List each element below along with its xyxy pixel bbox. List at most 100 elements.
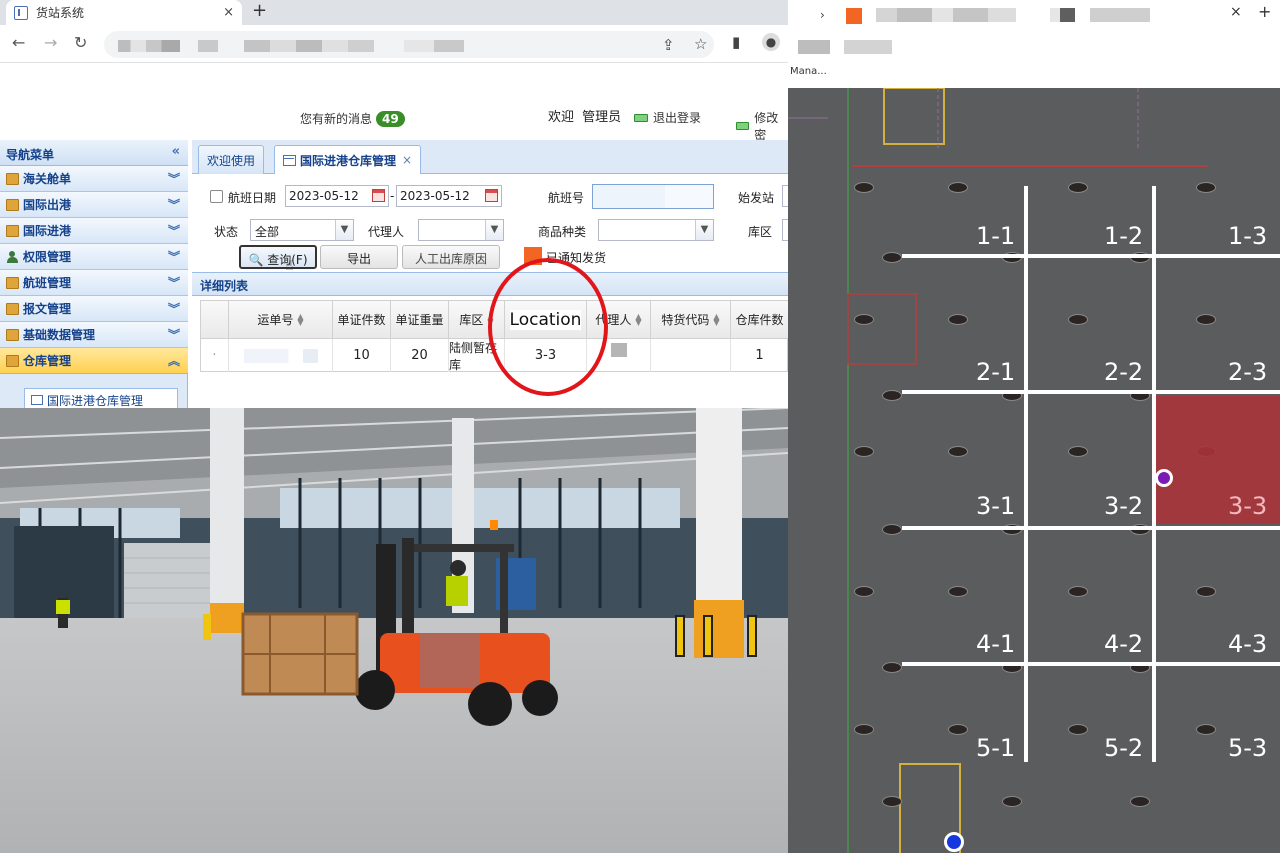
address-bar[interactable]: ⇪ ☆ <box>104 31 714 58</box>
agent-select[interactable]: ▼ <box>418 219 504 241</box>
sidebar-item-7[interactable]: 仓库管理 ︽ <box>0 348 188 374</box>
chevron-down-icon[interactable]: ︾ <box>168 196 180 213</box>
chevron-down-icon[interactable]: ︾ <box>168 170 180 187</box>
sidebar-item-4[interactable]: 航班管理 ︾ <box>0 270 188 296</box>
date-from-input[interactable]: 2023-05-12 <box>285 185 389 207</box>
tab-strip: 货站系统 × + <box>0 0 788 25</box>
flight-date-checkbox[interactable] <box>210 190 223 203</box>
sidepanel-icon[interactable]: ▮ <box>732 33 740 51</box>
change-password-link[interactable]: 修改密 <box>736 109 788 143</box>
close-tab-icon[interactable]: × <box>1230 4 1242 20</box>
map-cell-label[interactable]: 3-1 <box>976 492 1015 520</box>
date-to-input[interactable]: 2023-05-12 <box>396 185 502 207</box>
profile-avatar-icon[interactable]: ● <box>762 33 780 51</box>
sidebar-item-0[interactable]: 海关舱单 ︾ <box>0 166 188 192</box>
sidebar-subitem-inbound-warehouse[interactable]: 国际进港仓库管理 <box>24 388 178 408</box>
floor-pillar-icon <box>948 724 968 735</box>
sort-icon[interactable]: ▲ ▼ <box>297 312 303 326</box>
zone-label: 库区 <box>748 225 773 239</box>
chevron-right-icon[interactable]: › <box>820 8 825 22</box>
chevron-down-icon[interactable]: ︾ <box>168 274 180 291</box>
status-label: 状态 <box>214 225 239 239</box>
chevron-down-icon[interactable]: ▼ <box>335 220 353 240</box>
calendar-icon[interactable] <box>372 189 385 202</box>
reload-icon[interactable]: ↻ <box>74 33 87 52</box>
map-cell-label[interactable]: 3-3 <box>1228 492 1267 520</box>
sidebar-item-label: 国际出港 <box>23 198 72 212</box>
chevron-down-icon[interactable]: ︾ <box>168 326 180 343</box>
right-tab-strip: › × + <box>788 0 1280 32</box>
map-cell-label[interactable]: 2-3 <box>1228 358 1267 386</box>
close-tab-icon[interactable]: × <box>223 5 234 20</box>
chevron-down-icon[interactable]: ▼ <box>485 220 503 240</box>
sidebar-item-2[interactable]: 国际进港 ︾ <box>0 218 188 244</box>
floor-pillar-icon <box>1002 796 1022 807</box>
map-row-divider <box>902 526 1280 530</box>
map-cell-label[interactable]: 2-2 <box>1104 358 1143 386</box>
share-icon[interactable]: ⇪ <box>662 36 675 54</box>
status-select[interactable]: 全部 ▼ <box>250 219 354 241</box>
flight-date-label: 航班日期 <box>228 191 277 205</box>
map-cell-label[interactable]: 1-1 <box>976 222 1015 250</box>
content-tab-bar: 欢迎使用 国际进港仓库管理 × <box>192 140 788 174</box>
map-cell-label[interactable]: 4-3 <box>1228 630 1267 658</box>
map-row-divider <box>902 662 1280 666</box>
forward-arrow-icon[interactable]: → <box>44 33 57 52</box>
new-messages-notice[interactable]: 您有新的消息 49 <box>300 110 405 127</box>
sidebar-item-5[interactable]: 报文管理 ︾ <box>0 296 188 322</box>
flight-no-input[interactable] <box>592 184 714 209</box>
floor-pillar-icon <box>948 586 968 597</box>
chevron-up-icon[interactable]: ︽ <box>168 352 180 369</box>
browser-tab[interactable]: 货站系统 × <box>6 0 242 25</box>
map-cell-label[interactable]: 4-2 <box>1104 630 1143 658</box>
map-cell-label[interactable]: 3-2 <box>1104 492 1143 520</box>
column-header-warehouse-pieces[interactable]: 仓库件数 <box>731 301 788 339</box>
header-label: 库区 <box>459 313 484 327</box>
tab-inbound-warehouse[interactable]: 国际进港仓库管理 × <box>274 145 422 174</box>
map-cell-label[interactable]: 5-3 <box>1228 734 1267 762</box>
chevron-down-icon[interactable]: ︾ <box>168 300 180 317</box>
manual-release-reason-button[interactable]: 人工出库原因 <box>402 245 500 269</box>
sidebar-item-1[interactable]: 国际出港 ︾ <box>0 192 188 218</box>
map-cell-label[interactable]: 2-1 <box>976 358 1015 386</box>
back-arrow-icon[interactable]: ← <box>12 33 25 52</box>
chevron-down-icon[interactable]: ▼ <box>695 220 713 240</box>
forklift-position-marker <box>1155 469 1173 487</box>
map-cell-label[interactable]: 1-2 <box>1104 222 1143 250</box>
close-tab-icon[interactable]: × <box>402 153 412 167</box>
flight-no-label: 航班号 <box>548 191 585 205</box>
map-cell-label[interactable]: 5-1 <box>976 734 1015 762</box>
sidebar-item-6[interactable]: 基础数据管理 ︾ <box>0 322 188 348</box>
collapse-sidebar-icon[interactable]: « <box>172 144 180 159</box>
sort-icon[interactable]: ▲ ▼ <box>713 312 719 326</box>
robot-position-marker <box>944 832 964 852</box>
column-header-special-code[interactable]: 特货代码 ▲ ▼ <box>651 301 731 339</box>
user-icon <box>6 250 19 263</box>
logout-link[interactable]: 退出登录 <box>634 109 701 126</box>
calendar-icon[interactable] <box>485 189 498 202</box>
column-header-doc-pieces[interactable]: 单证件数 <box>333 301 391 339</box>
column-header-doc-weight[interactable]: 单证重量 <box>391 301 449 339</box>
new-tab-button[interactable]: + <box>252 0 267 25</box>
goods-select[interactable]: ▼ <box>598 219 714 241</box>
sidebar-item-label: 海关舱单 <box>23 172 72 186</box>
map-cell-label[interactable]: 4-1 <box>976 630 1015 658</box>
sort-icon[interactable]: ▲ ▼ <box>635 312 641 326</box>
export-button[interactable]: 导出 <box>320 245 398 269</box>
chevron-down-icon[interactable]: ︾ <box>168 248 180 265</box>
row-number-cell: · <box>201 339 229 372</box>
new-tab-button[interactable]: + <box>1258 2 1271 21</box>
sidebar-item-3[interactable]: 权限管理 ︾ <box>0 244 188 270</box>
redacted-tab-title <box>876 8 1016 22</box>
welcome-label: 欢迎 <box>548 110 575 125</box>
map-cell-label[interactable]: 1-3 <box>1228 222 1267 250</box>
column-header-waybill[interactable]: 运单号 ▲ ▼ <box>229 301 333 339</box>
floor-pillar-icon <box>948 182 968 193</box>
waybill-cell[interactable] <box>229 339 333 372</box>
chevron-down-icon[interactable]: ︾ <box>168 222 180 239</box>
welcome-text: 欢迎 管理员 <box>548 106 621 125</box>
query-button[interactable]: 🔍 查询(F) <box>239 245 317 269</box>
map-cell-label[interactable]: 5-2 <box>1104 734 1143 762</box>
tab-welcome[interactable]: 欢迎使用 <box>198 145 265 174</box>
bookmark-star-icon[interactable]: ☆ <box>694 35 707 53</box>
